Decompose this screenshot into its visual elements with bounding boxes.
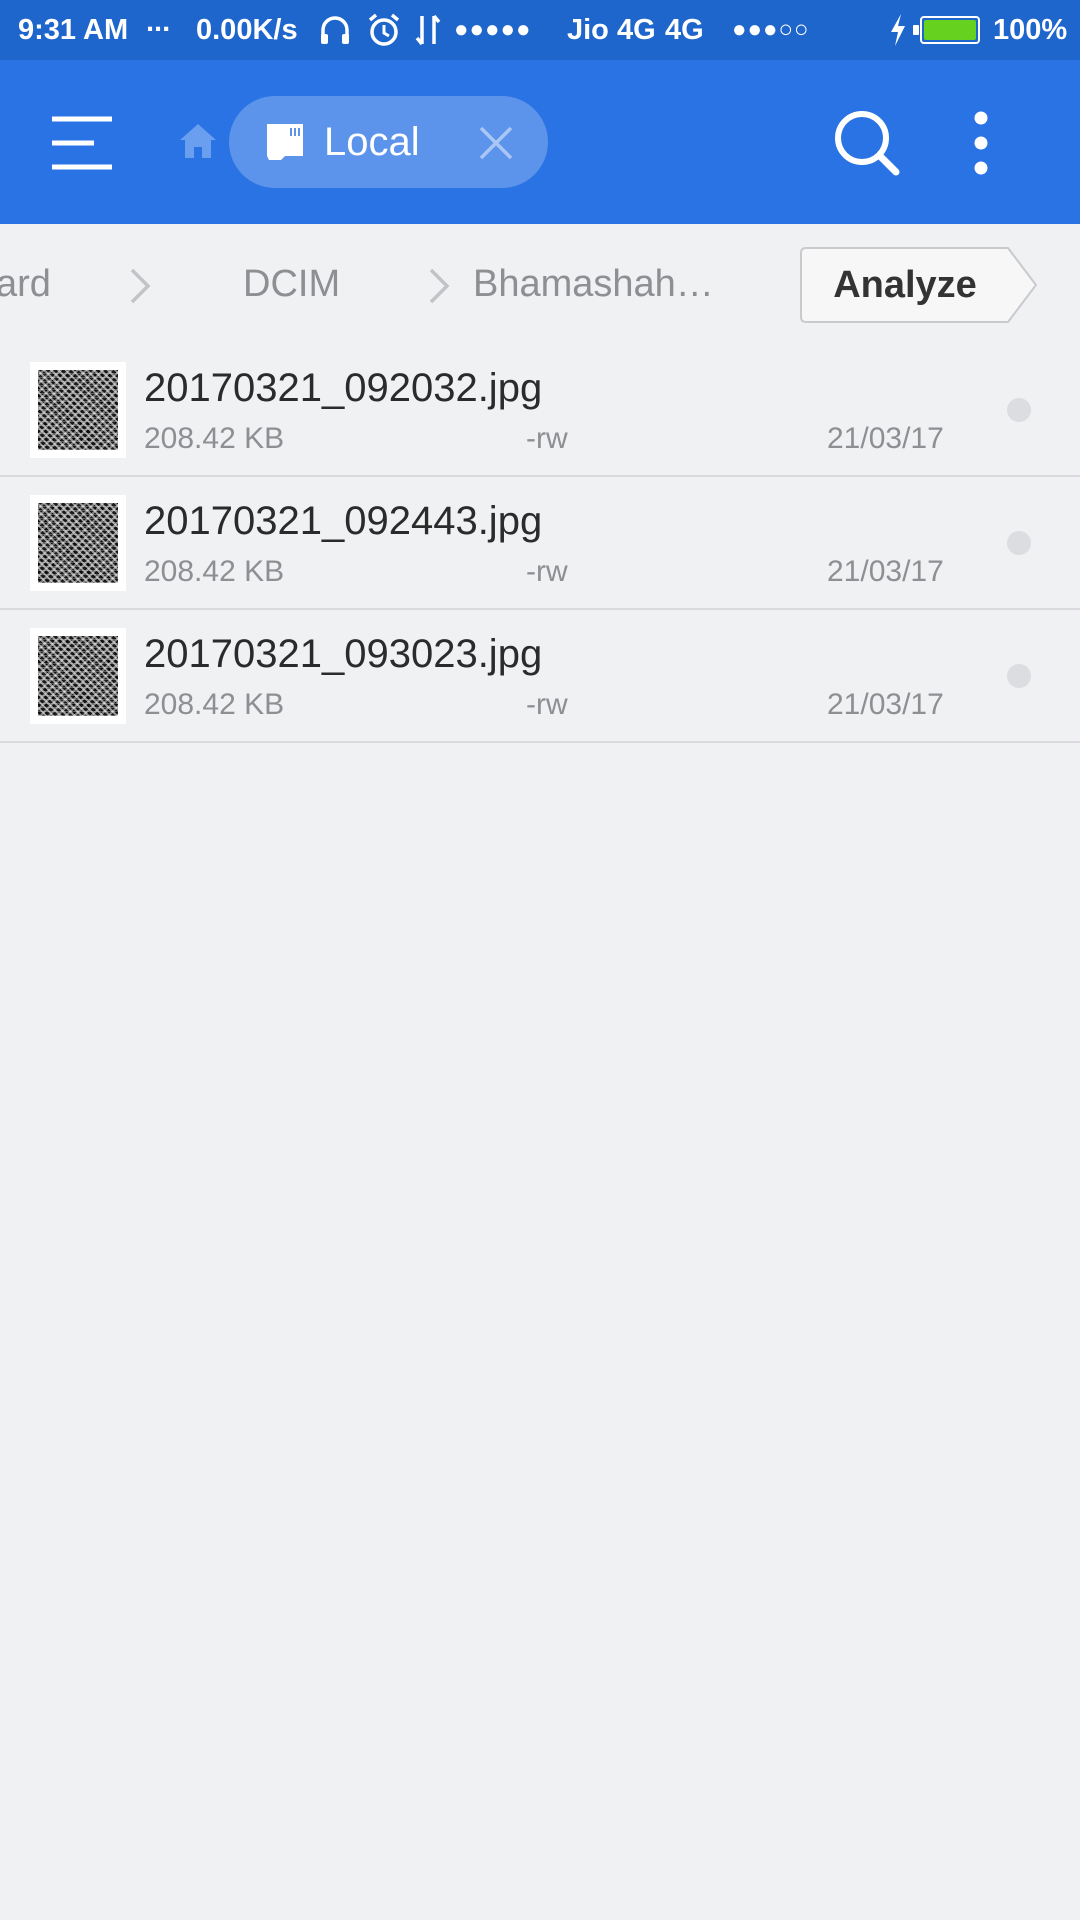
file-thumbnail [30, 362, 126, 458]
select-checkbox[interactable] [1007, 531, 1031, 555]
file-name: 20170321_092443.jpg [144, 499, 543, 543]
data-transfer-icon [414, 12, 442, 56]
analyze-label: Analyze [833, 264, 977, 306]
more-vert-icon[interactable] [968, 110, 994, 181]
file-date: 21/03/17 [827, 422, 944, 455]
breadcrumb: ard DCIM Bhamashah… Analyze [0, 224, 1080, 344]
home-icon[interactable] [178, 122, 218, 165]
file-size: 208.42 KB [144, 688, 285, 721]
select-checkbox[interactable] [1007, 664, 1031, 688]
battery-level [924, 20, 976, 40]
chevron-right-icon [128, 266, 152, 311]
breadcrumb-item-dcim[interactable]: DCIM [243, 254, 340, 314]
status-battery-percent: 100% [993, 14, 1068, 46]
status-time: 9:31 AM [18, 14, 129, 46]
analyze-button[interactable]: Analyze [800, 247, 1038, 323]
signal-strength-2: ●●●○○ [732, 16, 810, 43]
status-bar: 9:31 AM ... 0.00K/s ●●●●● Jio 4G 4G ●●●○… [0, 0, 1080, 60]
status-carrier: Jio 4G [567, 14, 656, 46]
signal-strength-1: ●●●●● [454, 16, 532, 43]
charging-icon [888, 12, 908, 56]
status-overflow-dots: ... [146, 6, 171, 38]
search-icon[interactable] [834, 110, 900, 181]
file-permissions: -rw [526, 688, 568, 721]
file-name: 20170321_092032.jpg [144, 366, 543, 410]
file-thumbnail [30, 495, 126, 591]
alarm-icon [366, 12, 402, 56]
battery-icon [920, 16, 980, 44]
sd-card-icon [263, 122, 307, 167]
breadcrumb-item-current[interactable]: Bhamashah… [473, 254, 714, 314]
file-size: 208.42 KB [144, 422, 285, 455]
status-network-speed: 0.00K/s [196, 14, 298, 46]
tab-local[interactable]: Local [229, 96, 548, 188]
file-row[interactable]: 20170321_092443.jpg 208.42 KB -rw 21/03/… [0, 477, 1080, 610]
file-permissions: -rw [526, 422, 568, 455]
file-name: 20170321_093023.jpg [144, 632, 543, 676]
app-toolbar: Local [0, 60, 1080, 224]
file-date: 21/03/17 [827, 688, 944, 721]
breadcrumb-item-sdcard[interactable]: ard [0, 254, 51, 314]
chevron-right-icon [427, 266, 451, 311]
battery-cap [913, 25, 919, 35]
file-thumbnail [30, 628, 126, 724]
file-size: 208.42 KB [144, 555, 285, 588]
file-date: 21/03/17 [827, 555, 944, 588]
file-row[interactable]: 20170321_093023.jpg 208.42 KB -rw 21/03/… [0, 610, 1080, 743]
headphones-icon [318, 12, 352, 56]
select-checkbox[interactable] [1007, 398, 1031, 422]
menu-icon[interactable] [50, 116, 116, 175]
file-permissions: -rw [526, 555, 568, 588]
status-network-type: 4G [665, 14, 704, 46]
file-list: 20170321_092032.jpg 208.42 KB -rw 21/03/… [0, 344, 1080, 743]
close-icon[interactable] [477, 124, 515, 167]
tab-local-label: Local [324, 120, 420, 164]
file-row[interactable]: 20170321_092032.jpg 208.42 KB -rw 21/03/… [0, 344, 1080, 477]
